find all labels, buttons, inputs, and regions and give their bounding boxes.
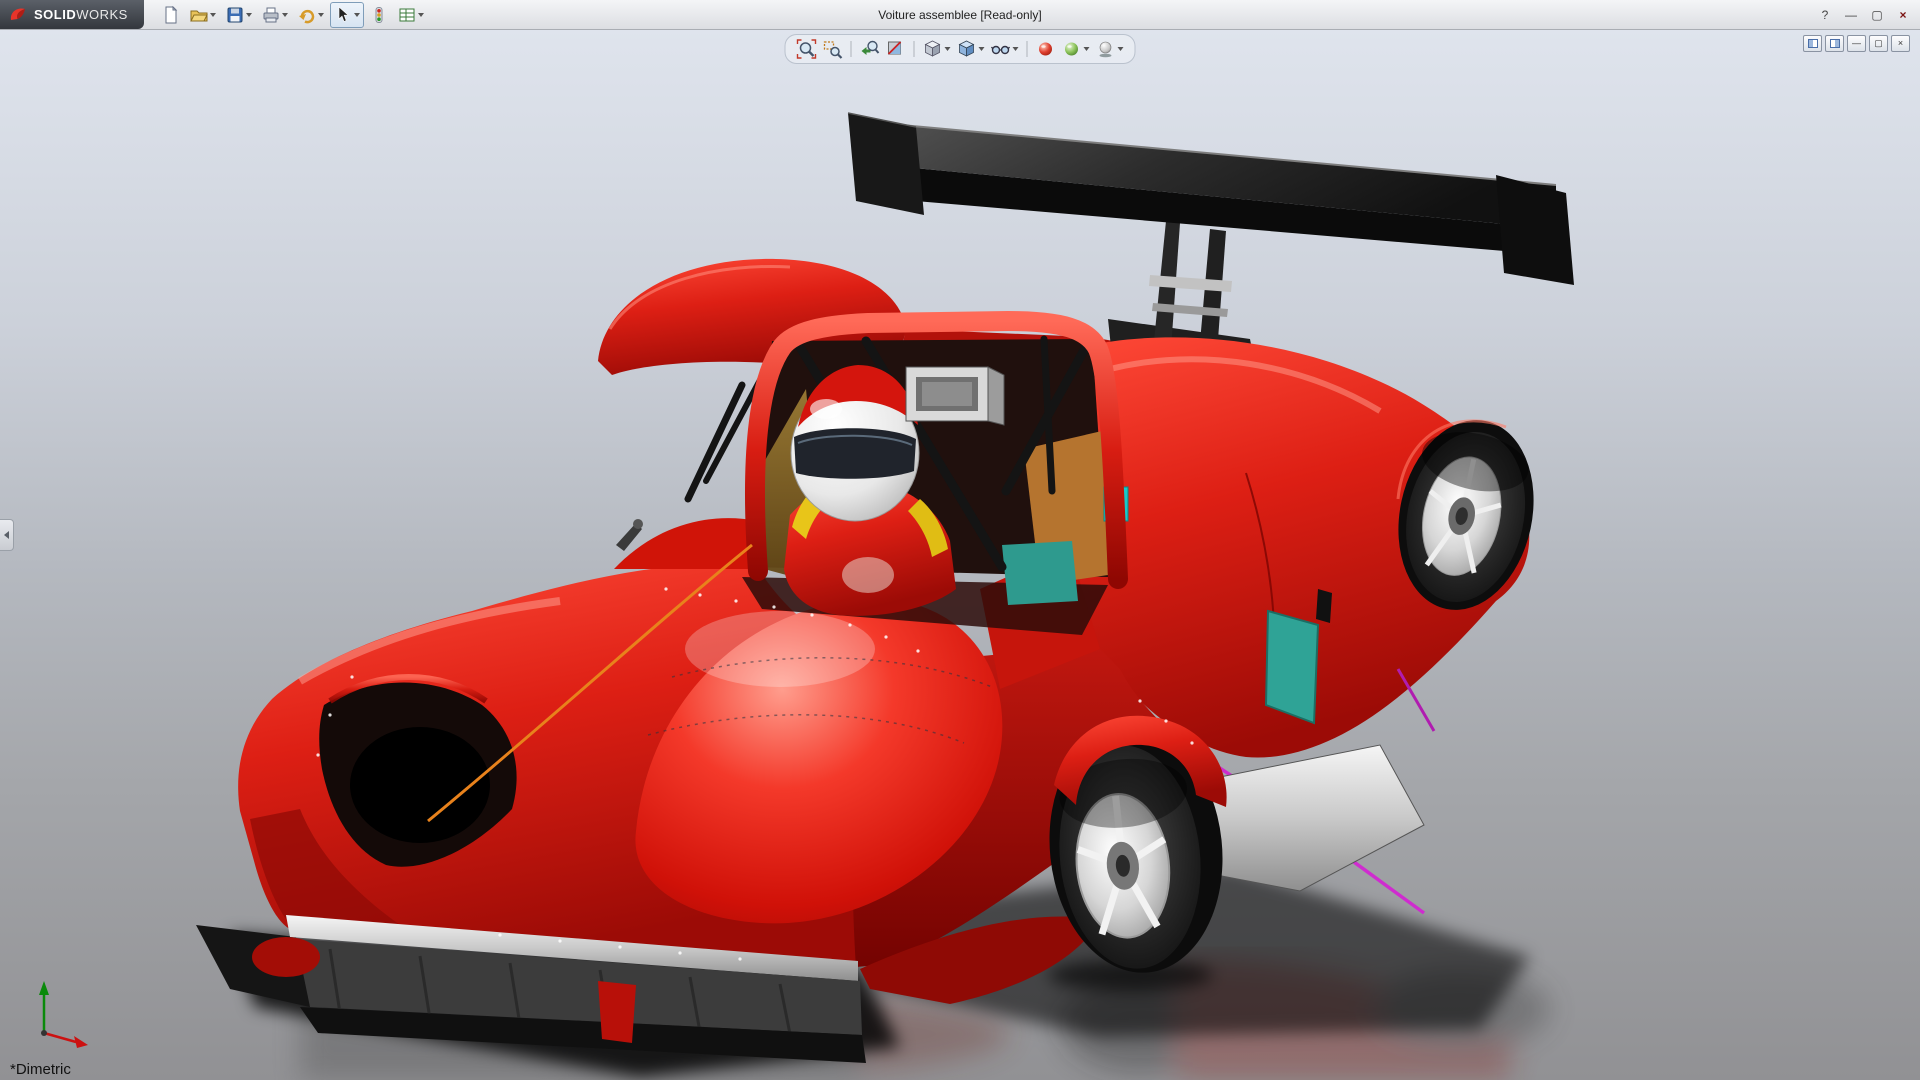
open-folder-icon — [190, 6, 208, 24]
chevron-down-icon[interactable] — [354, 13, 360, 17]
rear-view-mirror[interactable] — [906, 367, 1004, 425]
main-toolbar — [158, 2, 428, 28]
new-document-button[interactable] — [158, 2, 184, 28]
options-grid-icon — [398, 6, 416, 24]
wing-endplate-left[interactable] — [848, 113, 924, 215]
view-orientation-button[interactable] — [921, 37, 953, 61]
options-button[interactable] — [394, 2, 428, 28]
close-doc-button[interactable]: × — [1891, 35, 1910, 52]
rebuild-icon — [370, 6, 388, 24]
chevron-left-icon — [4, 531, 9, 539]
apply-scene-button[interactable] — [1060, 37, 1092, 61]
teal-panel[interactable] — [1266, 611, 1318, 723]
chevron-down-icon[interactable] — [1013, 47, 1019, 51]
appearance-ball-icon — [1036, 39, 1056, 59]
chevron-down-icon[interactable] — [945, 47, 951, 51]
window-controls: ? — ▢ × — [1814, 0, 1914, 29]
restore-doc-button[interactable]: ▢ — [1869, 35, 1888, 52]
undo-icon — [298, 6, 316, 24]
solidworks-logo-icon — [8, 5, 28, 25]
graphics-area[interactable]: — ▢ × *Dimetric — [0, 29, 1920, 1080]
chevron-down-icon[interactable] — [318, 13, 324, 17]
edit-appearance-button[interactable] — [1034, 37, 1058, 61]
pane-left-button[interactable] — [1803, 35, 1822, 52]
heads-up-view-toolbar — [785, 34, 1136, 64]
zoom-fit-icon — [797, 39, 817, 59]
display-style-button[interactable] — [955, 37, 987, 61]
document-window-controls: — ▢ × — [1803, 35, 1910, 52]
chevron-down-icon[interactable] — [210, 13, 216, 17]
zoom-to-area-button[interactable] — [821, 37, 845, 61]
save-icon — [226, 6, 244, 24]
glasses-icon — [991, 39, 1011, 59]
3d-scene[interactable] — [0, 29, 1920, 1080]
view-cube-icon — [923, 39, 943, 59]
save-button[interactable] — [222, 2, 256, 28]
chevron-down-icon[interactable] — [418, 13, 424, 17]
chevron-down-icon[interactable] — [1118, 47, 1124, 51]
print-button[interactable] — [258, 2, 292, 28]
section-view-icon — [886, 39, 906, 59]
zoom-to-fit-button[interactable] — [795, 37, 819, 61]
section-view-button[interactable] — [884, 37, 908, 61]
select-arrow-icon — [334, 6, 352, 24]
title-bar: SOLIDWORKS — [0, 0, 1920, 30]
toolbar-separator — [851, 41, 852, 57]
open-button[interactable] — [186, 2, 220, 28]
solidworks-logo: SOLIDWORKS — [0, 0, 144, 29]
select-button[interactable] — [330, 2, 364, 28]
pane-right-button[interactable] — [1825, 35, 1844, 52]
view-settings-button[interactable] — [1094, 37, 1126, 61]
view-orientation-label: *Dimetric — [10, 1061, 71, 1078]
pane-left-icon — [1808, 39, 1818, 48]
chevron-down-icon[interactable] — [979, 47, 985, 51]
pane-right-icon — [1830, 39, 1840, 48]
help-button[interactable]: ? — [1814, 5, 1836, 25]
app-name: SOLIDWORKS — [34, 7, 128, 22]
previous-view-button[interactable] — [858, 37, 882, 61]
minimize-button[interactable]: — — [1840, 5, 1862, 25]
chevron-down-icon[interactable] — [282, 13, 288, 17]
shadow-sphere-icon — [1096, 39, 1116, 59]
feature-tree-splitter[interactable] — [0, 519, 14, 551]
rebuild-button[interactable] — [366, 2, 392, 28]
close-button[interactable]: × — [1892, 5, 1914, 25]
toolbar-separator — [914, 41, 915, 57]
previous-view-icon — [860, 39, 880, 59]
display-style-icon — [957, 39, 977, 59]
restore-button[interactable]: ▢ — [1866, 5, 1888, 25]
zoom-area-icon — [823, 39, 843, 59]
minimize-doc-button[interactable]: — — [1847, 35, 1866, 52]
new-document-icon — [162, 6, 180, 24]
print-icon — [262, 6, 280, 24]
chevron-down-icon[interactable] — [246, 13, 252, 17]
hide-show-items-button[interactable] — [989, 37, 1021, 61]
chevron-down-icon[interactable] — [1084, 47, 1090, 51]
toolbar-separator — [1027, 41, 1028, 57]
scene-ball-icon — [1062, 39, 1082, 59]
undo-button[interactable] — [294, 2, 328, 28]
